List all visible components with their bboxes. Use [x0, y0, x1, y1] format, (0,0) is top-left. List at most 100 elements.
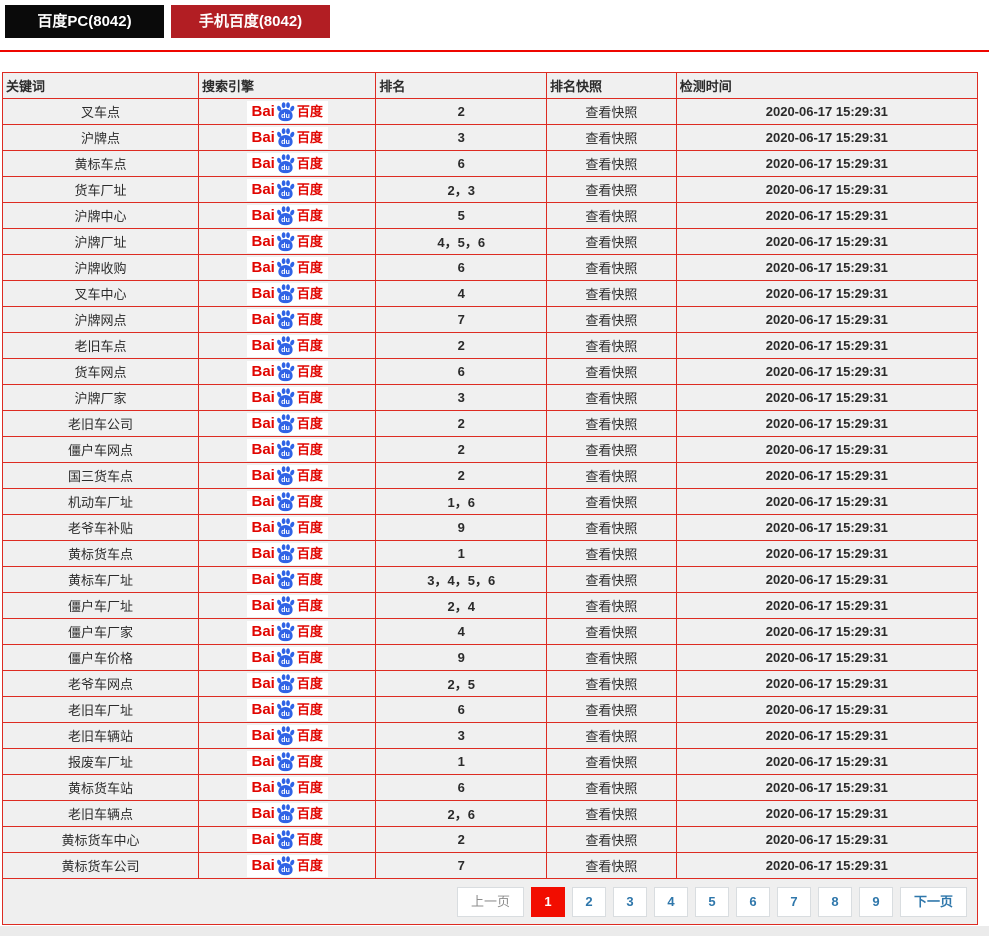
- table-row: 黄标车点 Bai du 百度 6 查看快照 2020-06-17 15:29:3…: [2, 150, 979, 177]
- view-snapshot-link[interactable]: 查看快照: [585, 547, 637, 562]
- keyword-cell: 黄标货车点: [2, 540, 199, 567]
- engine-cell: Bai du 百度: [197, 150, 377, 177]
- page-button-5[interactable]: 5: [694, 886, 729, 917]
- rank-cell: 6: [375, 774, 548, 801]
- page-button-2[interactable]: 2: [571, 886, 606, 917]
- view-snapshot-link[interactable]: 查看快照: [585, 339, 637, 354]
- baidu-logo-bai-text: Bai: [251, 831, 275, 848]
- keyword-cell: 僵户车厂址: [2, 592, 199, 619]
- engine-cell: Bai du 百度: [197, 254, 377, 281]
- time-cell: 2020-06-17 15:29:31: [675, 670, 979, 697]
- next-page-button[interactable]: 下一页: [899, 886, 967, 917]
- baidu-logo-du-text: du: [281, 684, 290, 692]
- view-snapshot-link[interactable]: 查看快照: [585, 625, 637, 640]
- baidu-logo: Bai du 百度: [246, 698, 328, 721]
- view-snapshot-link[interactable]: 查看快照: [585, 755, 637, 770]
- rank-cell: 2，5: [375, 670, 548, 697]
- page-button-8[interactable]: 8: [817, 886, 852, 917]
- view-snapshot-link[interactable]: 查看快照: [585, 651, 637, 666]
- baidu-logo-du-text: du: [281, 840, 290, 848]
- view-snapshot-link[interactable]: 查看快照: [585, 209, 637, 224]
- page-button-7[interactable]: 7: [776, 886, 811, 917]
- page-button-9[interactable]: 9: [858, 886, 893, 917]
- snapshot-cell: 查看快照: [546, 774, 677, 801]
- baidu-logo: Bai du 百度: [246, 256, 328, 279]
- baidu-logo: Bai du 百度: [246, 672, 328, 695]
- view-snapshot-link[interactable]: 查看快照: [585, 703, 637, 718]
- baidu-logo-cn-text: 百度: [296, 754, 323, 769]
- pagination: 上一页 123456789 下一页: [450, 886, 967, 917]
- engine-cell: Bai du 百度: [197, 826, 377, 853]
- view-snapshot-link[interactable]: 查看快照: [585, 235, 637, 250]
- time-cell: 2020-06-17 15:29:31: [675, 852, 979, 879]
- page-button-3[interactable]: 3: [612, 886, 647, 917]
- pagination-bar: 上一页 123456789 下一页: [2, 878, 978, 925]
- rank-cell: 5: [375, 202, 548, 229]
- view-snapshot-link[interactable]: 查看快照: [585, 495, 637, 510]
- keyword-cell: 老旧车点: [2, 332, 199, 359]
- table-row: 黄标货车点 Bai du 百度 1 查看快照 2020-06-17 15:29:…: [2, 540, 979, 567]
- engine-tabs: 百度PC(8042) 手机百度(8042): [0, 0, 989, 38]
- view-snapshot-link[interactable]: 查看快照: [585, 599, 637, 614]
- time-cell: 2020-06-17 15:29:31: [675, 176, 979, 203]
- table-row: 僵户车厂址 Bai du 百度 2，4 查看快照 2020-06-17 15:2…: [2, 592, 979, 619]
- time-cell: 2020-06-17 15:29:31: [675, 540, 979, 567]
- baidu-logo: Bai du 百度: [246, 360, 328, 383]
- view-snapshot-link[interactable]: 查看快照: [585, 677, 637, 692]
- view-snapshot-link[interactable]: 查看快照: [585, 157, 637, 172]
- view-snapshot-link[interactable]: 查看快照: [585, 729, 637, 744]
- keyword-cell: 黄标货车中心: [2, 826, 199, 853]
- pagination-pages: 123456789: [524, 886, 893, 917]
- time-cell: 2020-06-17 15:29:31: [675, 618, 979, 645]
- red-divider: [0, 50, 989, 52]
- snapshot-cell: 查看快照: [546, 254, 677, 281]
- page-button-4[interactable]: 4: [653, 886, 688, 917]
- rank-cell: 7: [375, 852, 548, 879]
- prev-page-button[interactable]: 上一页: [456, 886, 524, 917]
- engine-cell: Bai du 百度: [197, 384, 377, 411]
- view-snapshot-link[interactable]: 查看快照: [585, 261, 637, 276]
- keyword-cell: 沪牌收购: [2, 254, 199, 281]
- view-snapshot-link[interactable]: 查看快照: [585, 391, 637, 406]
- engine-cell: Bai du 百度: [197, 592, 377, 619]
- keyword-cell: 僵户车厂家: [2, 618, 199, 645]
- view-snapshot-link[interactable]: 查看快照: [585, 417, 637, 432]
- header-snapshot: 排名快照: [546, 72, 677, 99]
- view-snapshot-link[interactable]: 查看快照: [585, 833, 637, 848]
- baidu-logo-cn-text: 百度: [296, 156, 323, 171]
- rank-cell: 3: [375, 722, 548, 749]
- baidu-logo-cn-text: 百度: [296, 728, 323, 743]
- engine-cell: Bai du 百度: [197, 488, 377, 515]
- keyword-cell: 老爷车网点: [2, 670, 199, 697]
- view-snapshot-link[interactable]: 查看快照: [585, 183, 637, 198]
- baidu-logo: Bai du 百度: [246, 516, 328, 539]
- baidu-logo-bai-text: Bai: [251, 233, 275, 250]
- baidu-logo: Bai du 百度: [246, 594, 328, 617]
- view-snapshot-link[interactable]: 查看快照: [585, 859, 637, 874]
- page-button-1[interactable]: 1: [530, 886, 565, 917]
- page-button-6[interactable]: 6: [735, 886, 770, 917]
- tab-baidu-mobile[interactable]: 手机百度(8042): [171, 5, 330, 38]
- view-snapshot-link[interactable]: 查看快照: [585, 131, 637, 146]
- baidu-logo: Bai du 百度: [246, 490, 328, 513]
- snapshot-cell: 查看快照: [546, 410, 677, 437]
- view-snapshot-link[interactable]: 查看快照: [585, 313, 637, 328]
- view-snapshot-link[interactable]: 查看快照: [585, 105, 637, 120]
- baidu-paw-icon: du: [276, 518, 295, 538]
- view-snapshot-link[interactable]: 查看快照: [585, 781, 637, 796]
- keyword-cell: 国三货车点: [2, 462, 199, 489]
- view-snapshot-link[interactable]: 查看快照: [585, 807, 637, 822]
- tab-baidu-pc[interactable]: 百度PC(8042): [5, 5, 164, 38]
- view-snapshot-link[interactable]: 查看快照: [585, 365, 637, 380]
- header-engine: 搜索引擎: [197, 72, 377, 99]
- view-snapshot-link[interactable]: 查看快照: [585, 287, 637, 302]
- baidu-logo-cn-text: 百度: [296, 416, 323, 431]
- baidu-paw-icon: du: [276, 778, 295, 798]
- view-snapshot-link[interactable]: 查看快照: [585, 521, 637, 536]
- keyword-cell: 沪牌网点: [2, 306, 199, 333]
- engine-cell: Bai du 百度: [197, 540, 377, 567]
- view-snapshot-link[interactable]: 查看快照: [585, 469, 637, 484]
- view-snapshot-link[interactable]: 查看快照: [585, 573, 637, 588]
- view-snapshot-link[interactable]: 查看快照: [585, 443, 637, 458]
- snapshot-cell: 查看快照: [546, 852, 677, 879]
